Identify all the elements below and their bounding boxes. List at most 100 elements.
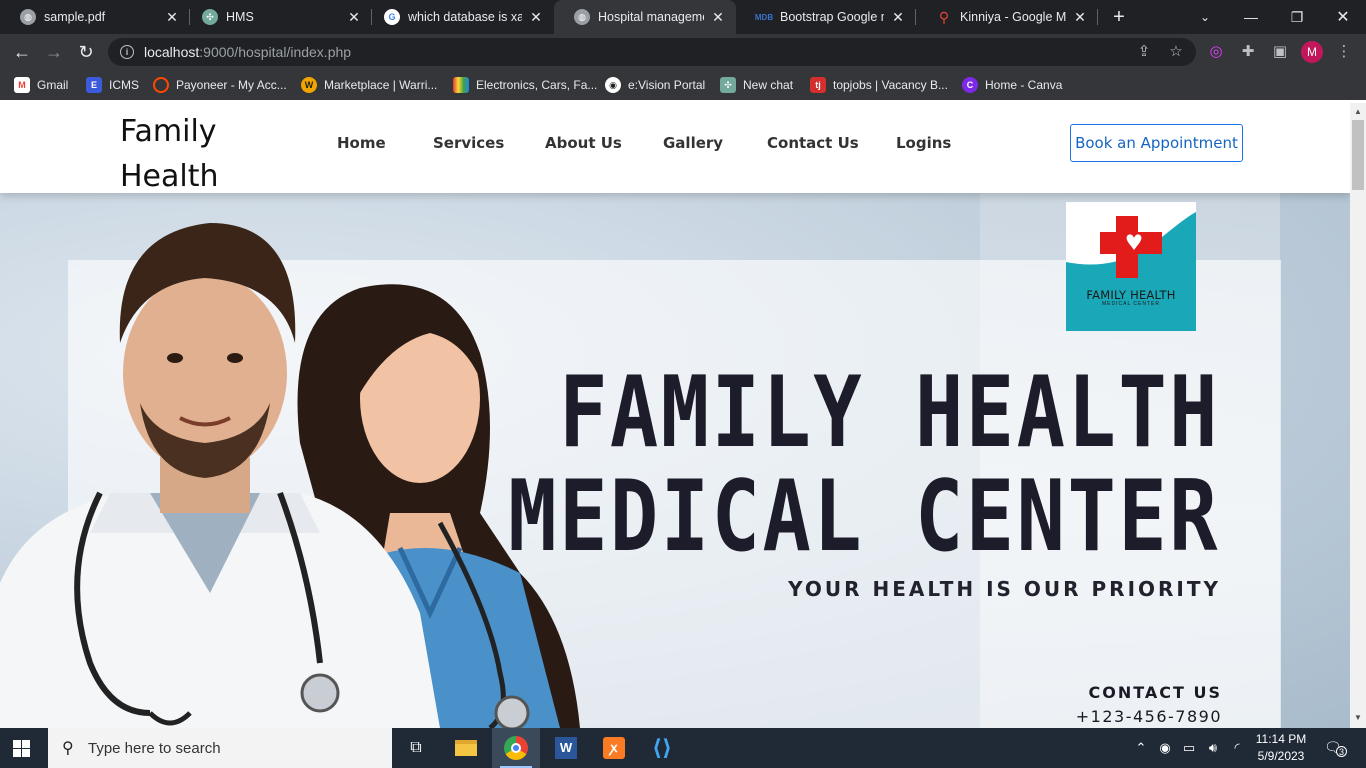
chrome-taskbar-icon[interactable] [492,728,540,768]
hero-title-line: FAMILY HEALTH [559,356,1220,470]
nav-logins[interactable]: Logins [896,134,951,152]
logo-graphic [1066,212,1196,331]
search-icon: ⚲ [62,740,74,757]
scroll-up-arrow-icon[interactable]: ▲ [1354,107,1362,116]
url-host: localhost [144,44,200,60]
minimize-button[interactable]: — [1228,0,1274,34]
nav-home[interactable]: Home [337,134,386,152]
vscode-icon[interactable]: ⟨⟩ [638,728,686,768]
bookmarks-bar: M Gmail E ICMS Payoneer - My Acc... W Marke… [0,70,1366,100]
webcam-icon[interactable]: ◉ [1156,740,1174,756]
new-tab-button[interactable]: + [1108,6,1130,28]
close-icon[interactable]: ✕ [528,9,544,26]
close-icon[interactable]: ✕ [890,9,906,26]
bookmark-label: Gmail [37,78,69,92]
browser-toolbar: ← → ↻ i localhost:9000/hospital/index.ph… [0,34,1366,70]
bookmark-topjobs[interactable]: tj topjobs | Vacancy B... [810,76,948,94]
extension-color-icon[interactable]: ◎ [1206,42,1226,60]
tab-title: HMS [226,10,254,24]
taskbar-clock[interactable]: 11:14 PM 5/9/2023 [1246,731,1316,765]
bookmark-label: Electronics, Cars, Fa... [476,78,598,92]
site-brand[interactable]: Family Health [120,109,260,199]
file-explorer-icon[interactable] [442,728,490,768]
book-appointment-button[interactable]: Book an Appointment [1070,124,1243,162]
contact-phone: +123-456-7890 [1075,707,1222,726]
evision-icon: ◉ [605,77,621,93]
maps-pin-icon: ⚲ [938,8,950,25]
close-icon[interactable]: ✕ [710,9,726,26]
nav-gallery[interactable]: Gallery [663,134,723,152]
taskbar-search-input[interactable]: ⚲ Type here to search [48,728,392,768]
canva-icon: C [962,77,978,93]
xampp-icon[interactable]: ꭗ [590,728,638,768]
bookmark-evision[interactable]: ◉ e:Vision Portal [605,76,705,94]
address-bar[interactable]: i localhost:9000/hospital/index.php [108,38,1196,66]
tab-search-chevron-icon[interactable]: ⌄ [1182,0,1228,34]
bookmark-label: New chat [743,78,794,92]
tab-which-database[interactable]: G which database is xam ✕ [364,0,554,34]
close-window-button[interactable]: ✕ [1320,0,1366,34]
bookmark-electronics[interactable]: Electronics, Cars, Fa... [453,76,597,94]
bookmark-label: topjobs | Vacancy B... [833,78,948,92]
page-viewport: Family Health Home Services About Us Gal… [0,103,1350,728]
clock-time: 11:14 PM [1255,732,1307,746]
logo-subtitle: MEDICAL CENTER [1102,301,1160,307]
restore-button[interactable]: ❐ [1274,0,1320,34]
forward-arrow-icon[interactable]: → [42,40,66,64]
side-panel-icon[interactable]: ▣ [1270,42,1290,60]
nav-contact-us[interactable]: Contact Us [767,134,859,152]
notification-center-icon[interactable]: 🗨︎ 3 [1324,739,1347,757]
globe-icon: ◍ [574,9,590,25]
bookmark-label: Home - Canva [985,78,1063,92]
close-icon[interactable]: ✕ [164,9,180,26]
url-path: :9000/hospital/index.php [199,44,352,60]
tab-hms[interactable]: ✣ HMS ✕ [182,0,372,34]
scroll-down-arrow-icon[interactable]: ▼ [1354,713,1362,722]
extensions-puzzle-icon[interactable]: ✚ [1238,42,1258,60]
battery-icon[interactable]: ▭ [1180,740,1198,756]
tab-bootstrap-google-map[interactable]: MDB Bootstrap Google map ✕ [736,0,916,34]
wifi-icon[interactable]: ◜ [1228,740,1246,756]
bookmark-new-chat[interactable]: ✣ New chat [720,76,793,94]
tab-title: sample.pdf [44,10,106,24]
tab-title: which database is xam [408,10,522,24]
openai-icon: ✣ [720,77,736,93]
tab-title: Kinniya - Google Map [960,10,1066,24]
hero-banner: FAMILY HEALTH MEDICAL CENTER FAMILY HEAL… [0,193,1350,728]
nav-about-us[interactable]: About Us [545,134,622,152]
nav-services[interactable]: Services [433,134,504,152]
reload-icon[interactable]: ↻ [74,40,98,64]
bookmark-marketplace[interactable]: W Marketplace | Warri... [301,76,437,94]
share-icon[interactable]: ⇪ [1134,42,1154,60]
tab-sample-pdf[interactable]: ◍ sample.pdf ✕ [0,0,190,34]
tab-kinniya-google-map[interactable]: ⚲ Kinniya - Google Map ✕ [916,0,1098,34]
bookmark-label: e:Vision Portal [628,78,706,92]
brand-line: Family [120,114,217,149]
menu-kebab-icon[interactable]: ⋮ [1334,42,1354,60]
close-icon[interactable]: ✕ [1072,9,1088,26]
bookmark-label: ICMS [109,78,139,92]
site-info-icon[interactable]: i [120,45,134,59]
bookmark-payoneer[interactable]: Payoneer - My Acc... [153,76,287,94]
bookmark-star-icon[interactable]: ☆ [1166,42,1186,60]
contact-heading: CONTACT US [1088,683,1222,702]
bookmark-canva[interactable]: C Home - Canva [962,76,1062,94]
bookmark-gmail[interactable]: M Gmail [14,76,68,94]
tab-separator [1097,9,1098,25]
close-icon[interactable]: ✕ [346,9,362,26]
volume-icon[interactable]: 🔊︎ [1204,740,1222,756]
scrollbar-thumb[interactable] [1352,120,1364,190]
profile-avatar[interactable]: M [1301,41,1323,63]
windows-start-icon[interactable] [13,740,30,757]
tray-chevron-icon[interactable]: ⌃ [1132,740,1150,756]
globe-icon: ◍ [20,9,36,25]
site-navbar: Family Health Home Services About Us Gal… [0,103,1350,194]
page-scrollbar[interactable]: ▲ ▼ [1350,103,1366,728]
openai-icon: ✣ [202,9,218,25]
word-icon[interactable]: W [542,728,590,768]
bookmark-icms[interactable]: E ICMS [86,76,139,94]
tab-hospital-management[interactable]: ◍ Hospital management ✕ [554,0,736,34]
back-arrow-icon[interactable]: ← [10,40,34,64]
task-view-icon[interactable]: ⧉ [392,728,440,768]
hero-title-line: MEDICAL CENTER [508,460,1220,574]
